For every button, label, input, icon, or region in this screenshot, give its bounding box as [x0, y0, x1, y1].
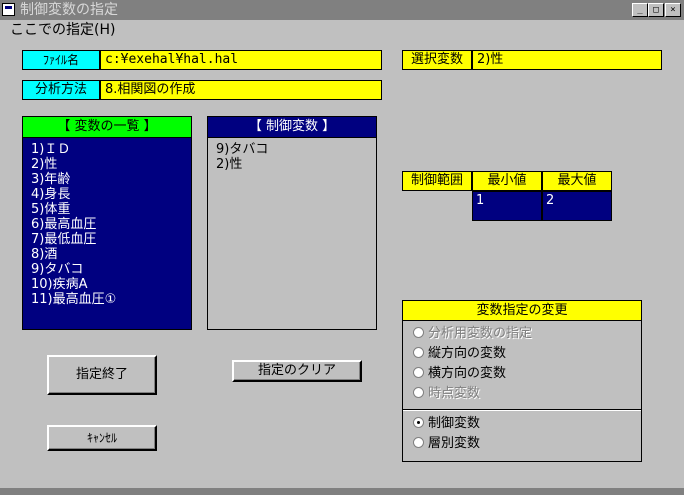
variable-list-item[interactable]: 4)身長 — [31, 187, 191, 202]
file-label: ﾌｧｲﾙ名 — [22, 50, 100, 70]
radio-unchecked-icon[interactable] — [413, 437, 424, 448]
method-field: 8.相関図の作成 — [100, 80, 382, 100]
radio-label: 制御変数 — [428, 416, 481, 431]
window-title: 制御変数の指定 — [20, 2, 118, 18]
change-option-radio[interactable]: 縦方向の変数 — [413, 345, 506, 363]
minimize-button[interactable]: _ — [632, 3, 648, 17]
control-variable-item[interactable]: 9)タバコ — [216, 142, 376, 157]
range-label: 制御範囲 — [402, 171, 472, 191]
menu-bar: ここでの指定(H) — [0, 20, 684, 40]
variable-list-item[interactable]: 11)最高血圧① — [31, 292, 191, 307]
variable-list-item[interactable]: 8)酒 — [31, 247, 191, 262]
variable-list-item[interactable]: 6)最高血圧 — [31, 217, 191, 232]
file-path-field: c:¥exehal¥hal.hal — [100, 50, 382, 70]
panel-divider-highlight — [403, 410, 641, 411]
radio-label: 時点変数 — [428, 386, 481, 401]
max-header: 最大値 — [542, 171, 612, 191]
change-option-radio: 時点変数 — [413, 385, 480, 403]
min-value-field[interactable]: 1 — [472, 191, 542, 221]
variable-change-panel: 変数指定の変更 分析用変数の指定 縦方向の変数 横方向の変数 時点変数 制御変数層別変… — [402, 300, 642, 462]
variable-list-item[interactable]: 5)体重 — [31, 202, 191, 217]
control-variable-list[interactable]: 【 制御変数 】 9)タバコ 2)性 — [207, 116, 377, 330]
variable-list-item[interactable]: 3)年齢 — [31, 172, 191, 187]
finish-button[interactable]: 指定終了 — [47, 355, 157, 395]
max-value-field[interactable]: 2 — [542, 191, 612, 221]
clear-button[interactable]: 指定のクリア — [232, 360, 362, 382]
change-option-radio[interactable]: 横方向の変数 — [413, 365, 506, 383]
window-bottom-edge — [0, 488, 684, 495]
maximize-button[interactable]: □ — [648, 3, 664, 17]
close-button[interactable]: × — [665, 3, 681, 17]
radio-label: 分析用変数の指定 — [428, 326, 533, 341]
min-header: 最小値 — [472, 171, 542, 191]
variable-list-header: 【 変数の一覧 】 — [23, 117, 191, 138]
variable-type-radio[interactable]: 層別変数 — [413, 435, 480, 453]
title-bar[interactable]: 制御変数の指定 _ □ × — [0, 0, 684, 20]
radio-checked-icon[interactable] — [413, 417, 424, 428]
radio-label: 縦方向の変数 — [428, 346, 507, 361]
variable-list-item[interactable]: 9)タバコ — [31, 262, 191, 277]
radio-unchecked-icon — [413, 327, 424, 338]
selected-variable-field: 2)性 — [472, 50, 662, 70]
radio-unchecked-icon[interactable] — [413, 367, 424, 378]
variable-list-item[interactable]: 2)性 — [31, 157, 191, 172]
method-label: 分析方法 — [22, 80, 100, 100]
system-menu-icon[interactable] — [2, 3, 15, 16]
variable-list-item[interactable]: 1)ＩＤ — [31, 142, 191, 157]
radio-unchecked-icon — [413, 387, 424, 398]
radio-label: 層別変数 — [428, 436, 481, 451]
selected-variable-label: 選択変数 — [402, 50, 472, 70]
variable-list-item[interactable]: 10)疾病A — [31, 277, 191, 292]
radio-label: 横方向の変数 — [428, 366, 507, 381]
variable-items[interactable]: 1)ＩＤ 2)性 3)年齢 4)身長 5)体重 6)最高血圧 7)最低血圧 8)酒 9)タバコ 1… — [23, 138, 191, 307]
control-variable-items[interactable]: 9)タバコ 2)性 — [208, 138, 376, 172]
control-variable-item[interactable]: 2)性 — [216, 157, 376, 172]
variable-list[interactable]: 【 変数の一覧 】 1)ＩＤ 2)性 3)年齢 4)身長 5)体重 6)最高血圧 7)最低血… — [22, 116, 192, 330]
variable-type-radio[interactable]: 制御変数 — [413, 415, 480, 433]
variable-list-item[interactable]: 7)最低血圧 — [31, 232, 191, 247]
control-variable-header: 【 制御変数 】 — [208, 117, 376, 138]
change-panel-title: 変数指定の変更 — [403, 301, 641, 321]
radio-unchecked-icon[interactable] — [413, 347, 424, 358]
cancel-button[interactable]: ｷｬﾝｾﾙ — [47, 425, 157, 451]
menu-item-settings[interactable]: ここでの指定(H) — [10, 21, 115, 39]
change-option-radio: 分析用変数の指定 — [413, 325, 532, 343]
